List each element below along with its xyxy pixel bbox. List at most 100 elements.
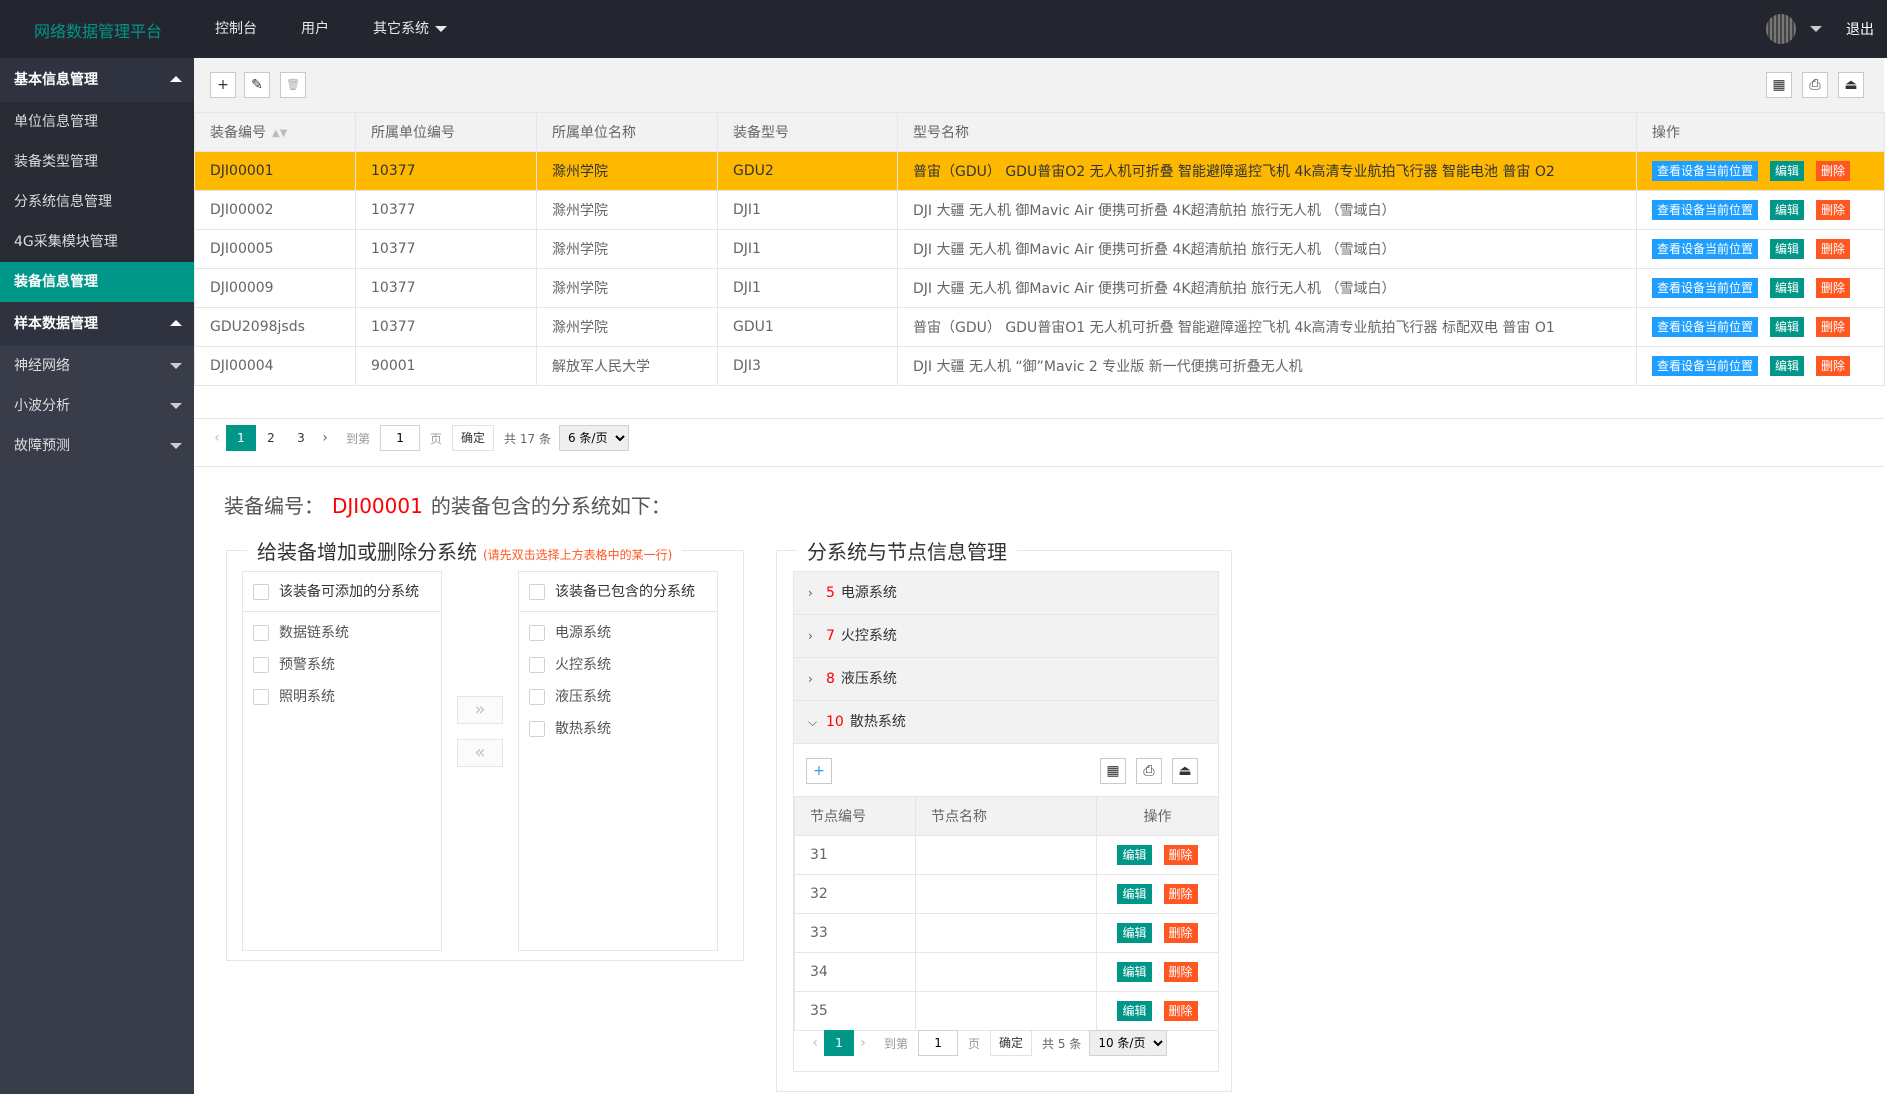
print-icon[interactable]: ⎙: [1136, 758, 1162, 784]
delete-row-button[interactable]: 删除: [1816, 356, 1851, 376]
sort-icon[interactable]: ▲▼: [272, 128, 287, 139]
table-row[interactable]: GDU2098jsds 10377 滁州学院 GDU1 普宙（GDU） GDU普宙O1 …: [194, 307, 1885, 347]
table-row[interactable]: DJI00005 10377 滁州学院 DJI1 DJI 大疆 无人机 御Mavic A…: [194, 229, 1885, 269]
columns-filter-icon[interactable]: ▦: [1766, 72, 1792, 98]
edit-row-button[interactable]: 编辑: [1770, 317, 1805, 337]
table-row[interactable]: DJI00002 10377 滁州学院 DJI1 DJI 大疆 无人机 御Mavic A…: [194, 190, 1885, 230]
app-logo[interactable]: 网络数据管理平台: [34, 18, 162, 42]
goto-confirm-button[interactable]: 确定: [452, 425, 495, 451]
delete-row-button[interactable]: 删除: [1816, 239, 1851, 259]
nav-other-systems[interactable]: 其它系统: [373, 0, 447, 58]
delete-node-button[interactable]: 删除: [1163, 845, 1198, 865]
sidebar-item-unit[interactable]: 单位信息管理: [0, 102, 194, 142]
goto-page-input[interactable]: [918, 1030, 959, 1056]
edit-node-button[interactable]: 编辑: [1117, 1001, 1152, 1021]
table-row[interactable]: DJI00009 10377 滁州学院 DJI1 DJI 大疆 无人机 御Mavic A…: [194, 268, 1885, 308]
locate-button[interactable]: 查看设备当前位置: [1652, 200, 1759, 220]
table-row[interactable]: 34 编辑 删除: [794, 952, 1219, 992]
delete-row-button[interactable]: 删除: [1816, 200, 1851, 220]
list-item[interactable]: 火控系统: [519, 649, 717, 681]
delete-row-button[interactable]: 删除: [1816, 161, 1851, 181]
page-3[interactable]: 3: [286, 425, 316, 451]
item-checkbox[interactable]: [253, 657, 269, 673]
subsystem-item[interactable]: ⌵ 10 散热系统: [794, 701, 1218, 744]
delete-node-button[interactable]: 删除: [1163, 1001, 1198, 1021]
list-item[interactable]: 照明系统: [243, 681, 441, 713]
edit-node-button[interactable]: 编辑: [1117, 923, 1152, 943]
table-row[interactable]: 32 编辑 删除: [794, 874, 1219, 914]
nav-users[interactable]: 用户: [301, 0, 329, 58]
columns-filter-icon[interactable]: ▦: [1100, 758, 1126, 784]
delete-row-button[interactable]: 删除: [1816, 317, 1851, 337]
subsystem-item[interactable]: › 8 液压系统: [794, 658, 1218, 701]
page-size-select[interactable]: 10 条/页: [1089, 1030, 1168, 1056]
select-all-checkbox[interactable]: [529, 584, 545, 600]
page-1[interactable]: 1: [824, 1030, 854, 1056]
table-row[interactable]: DJI00004 90001 解放军人民大学 DJI3 DJI 大疆 无人机 “御”Ma…: [194, 346, 1885, 386]
locate-button[interactable]: 查看设备当前位置: [1652, 317, 1759, 337]
locate-button[interactable]: 查看设备当前位置: [1652, 161, 1759, 181]
item-checkbox[interactable]: [529, 625, 545, 641]
edit-button[interactable]: ✎: [244, 72, 270, 98]
page-size-select[interactable]: 6 条/页: [558, 425, 629, 451]
delete-node-button[interactable]: 删除: [1163, 923, 1198, 943]
prev-page-icon[interactable]: ‹: [806, 1035, 824, 1051]
table-row[interactable]: 31 编辑 删除: [794, 835, 1219, 875]
subsystem-item[interactable]: › 5 电源系统: [794, 572, 1218, 615]
sidebar-item-wavelet[interactable]: 小波分析: [0, 386, 194, 426]
move-right-button[interactable]: »: [457, 696, 503, 724]
table-row[interactable]: DJI00001 10377 滁州学院 GDU2 普宙（GDU） GDU普宙O2 无人机…: [194, 151, 1885, 191]
nav-dashboard[interactable]: 控制台: [215, 0, 257, 58]
item-checkbox[interactable]: [253, 689, 269, 705]
sidebar-item-neural-network[interactable]: 神经网络: [0, 346, 194, 386]
sidebar-item-equip-type[interactable]: 装备类型管理: [0, 142, 194, 182]
edit-node-button[interactable]: 编辑: [1117, 845, 1152, 865]
next-page-icon[interactable]: ›: [316, 430, 334, 446]
goto-page-input[interactable]: [380, 425, 421, 451]
page-1[interactable]: 1: [226, 425, 256, 451]
item-checkbox[interactable]: [529, 657, 545, 673]
edit-row-button[interactable]: 编辑: [1770, 161, 1805, 181]
edit-node-button[interactable]: 编辑: [1117, 884, 1152, 904]
move-left-button[interactable]: «: [457, 739, 503, 767]
print-icon[interactable]: ⎙: [1802, 72, 1828, 98]
list-item[interactable]: 电源系统: [519, 617, 717, 649]
delete-node-button[interactable]: 删除: [1163, 884, 1198, 904]
sidebar-item-equipment[interactable]: 装备信息管理: [0, 262, 194, 302]
locate-button[interactable]: 查看设备当前位置: [1652, 278, 1759, 298]
edit-row-button[interactable]: 编辑: [1770, 278, 1805, 298]
prev-page-icon[interactable]: ‹: [208, 430, 226, 446]
item-checkbox[interactable]: [253, 625, 269, 641]
item-checkbox[interactable]: [529, 721, 545, 737]
export-icon[interactable]: ⏏: [1838, 72, 1864, 98]
sidebar-group-sample-data[interactable]: 样本数据管理: [0, 302, 194, 346]
list-item[interactable]: 数据链系统: [243, 617, 441, 649]
add-button[interactable]: +: [210, 72, 236, 98]
logout-link[interactable]: 退出: [1846, 19, 1874, 39]
col-equip-id[interactable]: 装备编号 ▲▼: [194, 112, 356, 152]
export-icon[interactable]: ⏏: [1172, 758, 1198, 784]
transfer-left-header[interactable]: 该装备可添加的分系统: [243, 572, 441, 612]
locate-button[interactable]: 查看设备当前位置: [1652, 239, 1759, 259]
list-item[interactable]: 预警系统: [243, 649, 441, 681]
add-node-button[interactable]: +: [806, 758, 832, 784]
subsystem-item[interactable]: › 7 火控系统: [794, 615, 1218, 658]
sidebar-item-subsystem[interactable]: 分系统信息管理: [0, 182, 194, 222]
item-checkbox[interactable]: [529, 689, 545, 705]
next-page-icon[interactable]: ›: [854, 1035, 872, 1051]
locate-button[interactable]: 查看设备当前位置: [1652, 356, 1759, 376]
edit-node-button[interactable]: 编辑: [1117, 962, 1152, 982]
edit-row-button[interactable]: 编辑: [1770, 200, 1805, 220]
delete-button[interactable]: 🗑: [280, 72, 306, 98]
delete-row-button[interactable]: 删除: [1816, 278, 1851, 298]
page-2[interactable]: 2: [256, 425, 286, 451]
table-row[interactable]: 33 编辑 删除: [794, 913, 1219, 953]
sidebar-item-4g-module[interactable]: 4G采集模块管理: [0, 222, 194, 262]
list-item[interactable]: 液压系统: [519, 681, 717, 713]
goto-confirm-button[interactable]: 确定: [990, 1030, 1033, 1056]
avatar[interactable]: [1766, 14, 1796, 44]
list-item[interactable]: 散热系统: [519, 713, 717, 745]
transfer-right-header[interactable]: 该装备已包含的分系统: [519, 572, 717, 612]
sidebar-item-fault-prediction[interactable]: 故障预测: [0, 426, 194, 466]
edit-row-button[interactable]: 编辑: [1770, 239, 1805, 259]
